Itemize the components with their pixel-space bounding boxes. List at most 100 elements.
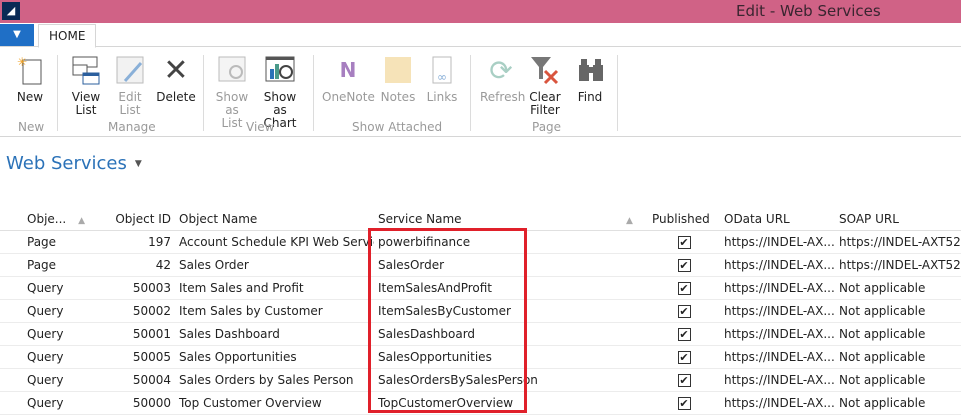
group-label-show-attached: Show Attached <box>352 120 443 134</box>
published-cell: ✔ <box>648 276 720 300</box>
row-selector[interactable] <box>0 299 23 323</box>
soap-url-cell[interactable]: https://INDEL-AXT5283I <box>835 230 961 254</box>
svg-text:∞: ∞ <box>437 70 447 84</box>
links-button[interactable]: ∞ Links <box>424 53 460 104</box>
soap-url-cell[interactable]: Not applicable <box>835 299 961 323</box>
published-checkbox[interactable]: ✔ <box>677 396 691 410</box>
published-checkbox[interactable]: ✔ <box>677 235 691 249</box>
object-name-cell[interactable]: Sales Order <box>175 253 374 277</box>
row-selector[interactable] <box>0 253 23 277</box>
published-checkbox[interactable]: ✔ <box>677 327 691 341</box>
odata-url-cell[interactable]: https://INDEL-AX... <box>720 322 835 346</box>
notes-button[interactable]: Notes <box>380 53 416 104</box>
view-list-button[interactable]: View List <box>68 53 104 117</box>
object-id-cell[interactable]: 197 <box>107 230 175 254</box>
app-menu-button[interactable]: ▼ <box>0 24 34 46</box>
soap-url-cell[interactable]: Not applicable <box>835 368 961 392</box>
onenote-button[interactable]: N OneNote <box>322 53 375 104</box>
soap-url-cell[interactable]: https://INDEL-AXT5283I <box>835 253 961 277</box>
app-logo-icon: ◢ <box>2 2 20 20</box>
row-selector[interactable] <box>0 230 23 254</box>
find-label: Find <box>577 90 603 104</box>
show-as-chart-button[interactable]: Show as Chart <box>257 53 303 130</box>
show-as-list-button[interactable]: Show as List <box>213 53 251 130</box>
divider <box>203 55 204 131</box>
soap-url-cell[interactable]: Not applicable <box>835 322 961 346</box>
object-name-cell[interactable]: Account Schedule KPI Web Service <box>175 230 374 254</box>
find-icon <box>574 53 608 87</box>
ribbon: ✳ New New View List Edit List ✕ Delete M… <box>0 47 961 137</box>
published-checkbox[interactable]: ✔ <box>677 258 691 272</box>
object-type-cell[interactable]: Query <box>23 345 107 369</box>
group-label-view: View <box>246 120 275 134</box>
object-name-cell[interactable]: Sales Opportunities <box>175 345 374 369</box>
object-type-cell[interactable]: Query <box>23 322 107 346</box>
published-checkbox[interactable]: ✔ <box>677 281 691 295</box>
clear-filter-button[interactable]: Clear Filter <box>528 53 562 117</box>
object-id-cell[interactable]: 50002 <box>107 299 175 323</box>
published-checkbox[interactable]: ✔ <box>677 373 691 387</box>
row-selector[interactable] <box>0 391 23 415</box>
odata-url-cell[interactable]: https://INDEL-AX... <box>720 230 835 254</box>
odata-url-cell[interactable]: https://INDEL-AX... <box>720 299 835 323</box>
column-header-object-name[interactable]: Object Name <box>175 209 374 231</box>
show-chart-icon <box>263 53 297 87</box>
soap-url-cell[interactable]: Not applicable <box>835 276 961 300</box>
column-header-object-type[interactable]: Obje... ▲ <box>23 209 107 231</box>
object-name-cell[interactable]: Sales Orders by Sales Person <box>175 368 374 392</box>
object-type-cell[interactable]: Query <box>23 276 107 300</box>
object-name-cell[interactable]: Item Sales by Customer <box>175 299 374 323</box>
column-header-published[interactable]: Published <box>648 209 720 231</box>
object-id-cell[interactable]: 50005 <box>107 345 175 369</box>
odata-url-cell[interactable]: https://INDEL-AX... <box>720 368 835 392</box>
row-selector[interactable] <box>0 345 23 369</box>
object-type-cell[interactable]: Query <box>23 368 107 392</box>
svg-text:✳: ✳ <box>17 55 27 69</box>
object-type-cell[interactable]: Query <box>23 299 107 323</box>
new-button[interactable]: ✳ New <box>12 53 48 104</box>
tab-home[interactable]: HOME <box>38 24 97 48</box>
object-name-cell[interactable]: Top Customer Overview <box>175 391 374 415</box>
published-checkbox[interactable]: ✔ <box>677 350 691 364</box>
soap-url-cell[interactable]: Not applicable <box>835 391 961 415</box>
chevron-down-icon[interactable]: ▼ <box>135 159 142 169</box>
published-checkbox[interactable]: ✔ <box>677 304 691 318</box>
object-type-cell[interactable]: Page <box>23 253 107 277</box>
object-name-cell[interactable]: Sales Dashboard <box>175 322 374 346</box>
edit-list-button[interactable]: Edit List <box>112 53 148 117</box>
object-type-cell[interactable]: Query <box>23 391 107 415</box>
object-id-cell[interactable]: 50000 <box>107 391 175 415</box>
row-selector[interactable] <box>0 276 23 300</box>
published-cell: ✔ <box>648 391 720 415</box>
refresh-label: Refresh <box>480 90 526 104</box>
row-selector[interactable] <box>0 368 23 392</box>
page-title[interactable]: Web Services ▼ <box>6 153 142 174</box>
object-id-cell[interactable]: 50003 <box>107 276 175 300</box>
odata-url-cell[interactable]: https://INDEL-AX... <box>720 391 835 415</box>
column-header-object-id[interactable]: Object ID <box>107 209 175 231</box>
published-cell: ✔ <box>648 253 720 277</box>
refresh-button[interactable]: ⟳ Refresh <box>480 53 526 104</box>
column-header-service-name[interactable]: Service Name <box>374 209 622 231</box>
object-id-cell[interactable]: 50004 <box>107 368 175 392</box>
delete-label: Delete <box>156 90 196 104</box>
odata-url-cell[interactable]: https://INDEL-AX... <box>720 345 835 369</box>
view-list-icon <box>69 53 103 87</box>
group-label-manage: Manage <box>108 120 156 134</box>
object-id-cell[interactable]: 50001 <box>107 322 175 346</box>
divider <box>470 55 471 131</box>
soap-url-cell[interactable]: Not applicable <box>835 345 961 369</box>
find-button[interactable]: Find <box>574 53 606 104</box>
odata-url-cell[interactable]: https://INDEL-AX... <box>720 253 835 277</box>
published-cell: ✔ <box>648 230 720 254</box>
published-cell: ✔ <box>648 322 720 346</box>
row-selector[interactable] <box>0 322 23 346</box>
column-header-odata-url[interactable]: OData URL <box>720 209 835 231</box>
odata-url-cell[interactable]: https://INDEL-AX... <box>720 276 835 300</box>
delete-button[interactable]: ✕ Delete <box>156 53 196 104</box>
object-name-cell[interactable]: Item Sales and Profit <box>175 276 374 300</box>
object-id-cell[interactable]: 42 <box>107 253 175 277</box>
divider <box>617 55 618 131</box>
object-type-cell[interactable]: Page <box>23 230 107 254</box>
column-header-soap-url[interactable]: SOAP URL <box>835 209 961 231</box>
